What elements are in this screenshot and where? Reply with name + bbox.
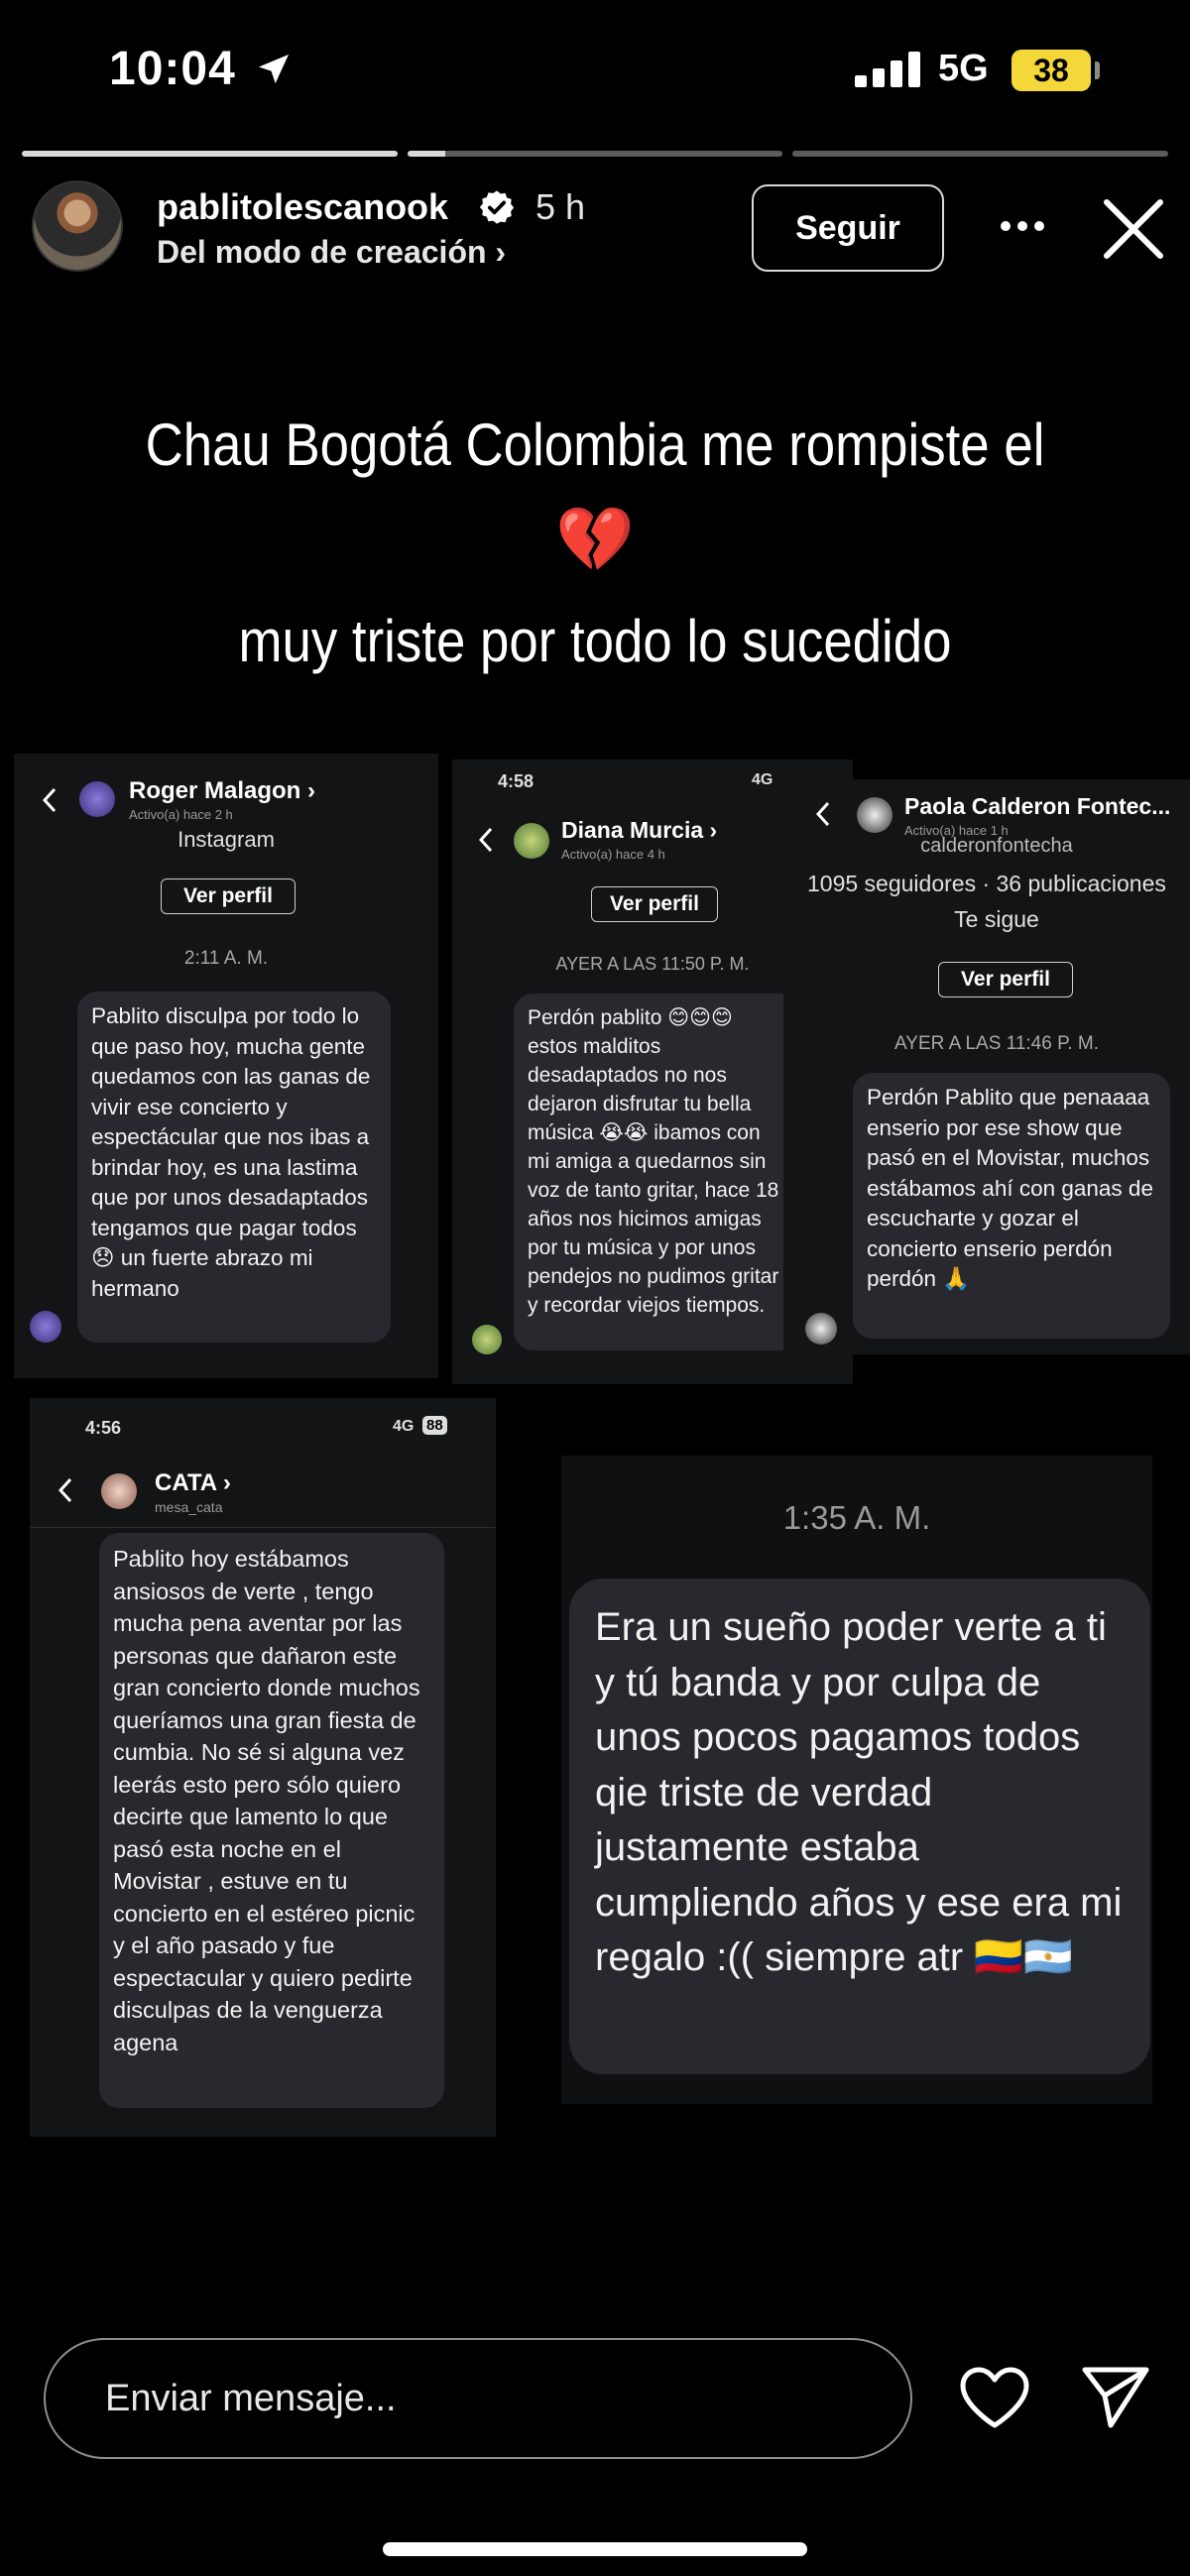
follow-button[interactable]: Seguir	[752, 184, 944, 272]
caption-line-1: Chau Bogotá Colombia me rompiste el	[145, 411, 1045, 478]
send-message-input[interactable]	[44, 2338, 912, 2459]
message-bubble: Perdón pablito 😊😊😊 estos malditos desada…	[514, 994, 801, 1350]
send-icon[interactable]	[1081, 2364, 1150, 2429]
avatar	[514, 823, 549, 859]
clock: 4:58	[498, 771, 535, 791]
broken-heart-emoji: 💔	[555, 504, 635, 575]
network-type: 5G	[938, 48, 989, 89]
message-bubble: Era un sueño poder verte a ti y tú banda…	[569, 1579, 1150, 2074]
location-arrow-icon	[259, 55, 289, 84]
screenshot-paola: Paola Calderon Fontec... Activo(a) hace …	[783, 779, 1190, 1354]
avatar	[805, 1313, 837, 1345]
progress-segment	[407, 151, 783, 157]
avatar	[30, 1311, 61, 1343]
caption-line-2: muy triste por todo lo sucedido	[238, 608, 952, 674]
contact-name: Diana Murcia ›	[561, 817, 718, 843]
avatar	[79, 781, 115, 817]
signal-icon	[855, 52, 920, 87]
status-bar: 10:04 5G 38	[0, 0, 1190, 139]
progress-segment	[792, 151, 1169, 157]
message-bubble: Pablito disculpa por todo lo que paso ho…	[77, 992, 391, 1343]
story-time: 5 h	[536, 186, 586, 227]
message-bubble: Perdón Pablito que penaaaa enserio por e…	[853, 1073, 1170, 1339]
contact-name: Paola Calderon Fontec...	[904, 793, 1171, 819]
back-arrow-icon	[42, 787, 57, 813]
home-indicator[interactable]	[383, 2542, 807, 2556]
back-arrow-icon	[815, 801, 830, 827]
profile-handle: calderonfontecha	[920, 835, 1073, 857]
username[interactable]: pablitolescanook	[157, 186, 448, 228]
clock: 4:56	[85, 1418, 122, 1438]
avatar	[857, 797, 892, 833]
story-progress	[22, 151, 1169, 157]
timestamp: 2:11 A. M.	[183, 948, 269, 969]
view-profile-button: Ver perfil	[161, 878, 296, 914]
avatar	[101, 1473, 137, 1509]
contact-name: Roger Malagon ›	[129, 777, 316, 804]
screenshot-roger: Roger Malagon › Activo(a) hace 2 h Insta…	[14, 754, 438, 1378]
view-profile-button: Ver perfil	[591, 886, 718, 922]
network-type: 4G	[752, 771, 774, 788]
app-label: Instagram	[178, 827, 275, 852]
avatar	[472, 1325, 502, 1354]
battery-icon: 38	[1012, 50, 1091, 91]
creation-mode-link[interactable]: Del modo de creación ›	[157, 234, 506, 271]
back-arrow-icon	[58, 1477, 72, 1503]
more-options-icon[interactable]	[998, 218, 1047, 234]
network-type: 4G	[393, 1418, 415, 1435]
screenshot-cata: 4:56 4G 88 CATA › mesa_cata Pablito hoy …	[30, 1398, 496, 2137]
profile-stats: 1095 seguidores · 36 publicaciones	[807, 871, 1166, 896]
follows-you: Te sigue	[954, 906, 1039, 932]
battery-icon: 88	[422, 1416, 447, 1435]
verified-badge-icon	[479, 190, 515, 224]
progress-segment	[22, 151, 398, 157]
avatar[interactable]	[32, 180, 123, 272]
status-time: 10:04	[109, 43, 236, 95]
back-arrow-icon	[478, 827, 493, 853]
battery-tip	[1095, 61, 1100, 79]
contact-name: CATA ›	[155, 1469, 231, 1496]
active-status: Activo(a) hace 4 h	[561, 847, 665, 862]
view-profile-button: Ver perfil	[938, 962, 1073, 997]
profile-handle: mesa_cata	[155, 1499, 223, 1515]
screenshot-last-message: 1:35 A. M. Era un sueño poder verte a ti…	[561, 1456, 1152, 2104]
message-bubble: Pablito hoy estábamos ansiosos de verte …	[99, 1533, 444, 2108]
timestamp: AYER A LAS 11:46 P. M.	[894, 1033, 1099, 1054]
active-status: Activo(a) hace 2 h	[129, 807, 233, 822]
close-icon[interactable]	[1099, 194, 1168, 264]
timestamp: 1:35 A. M.	[782, 1499, 931, 1536]
divider	[30, 1527, 496, 1528]
heart-icon[interactable]	[958, 2366, 1031, 2431]
